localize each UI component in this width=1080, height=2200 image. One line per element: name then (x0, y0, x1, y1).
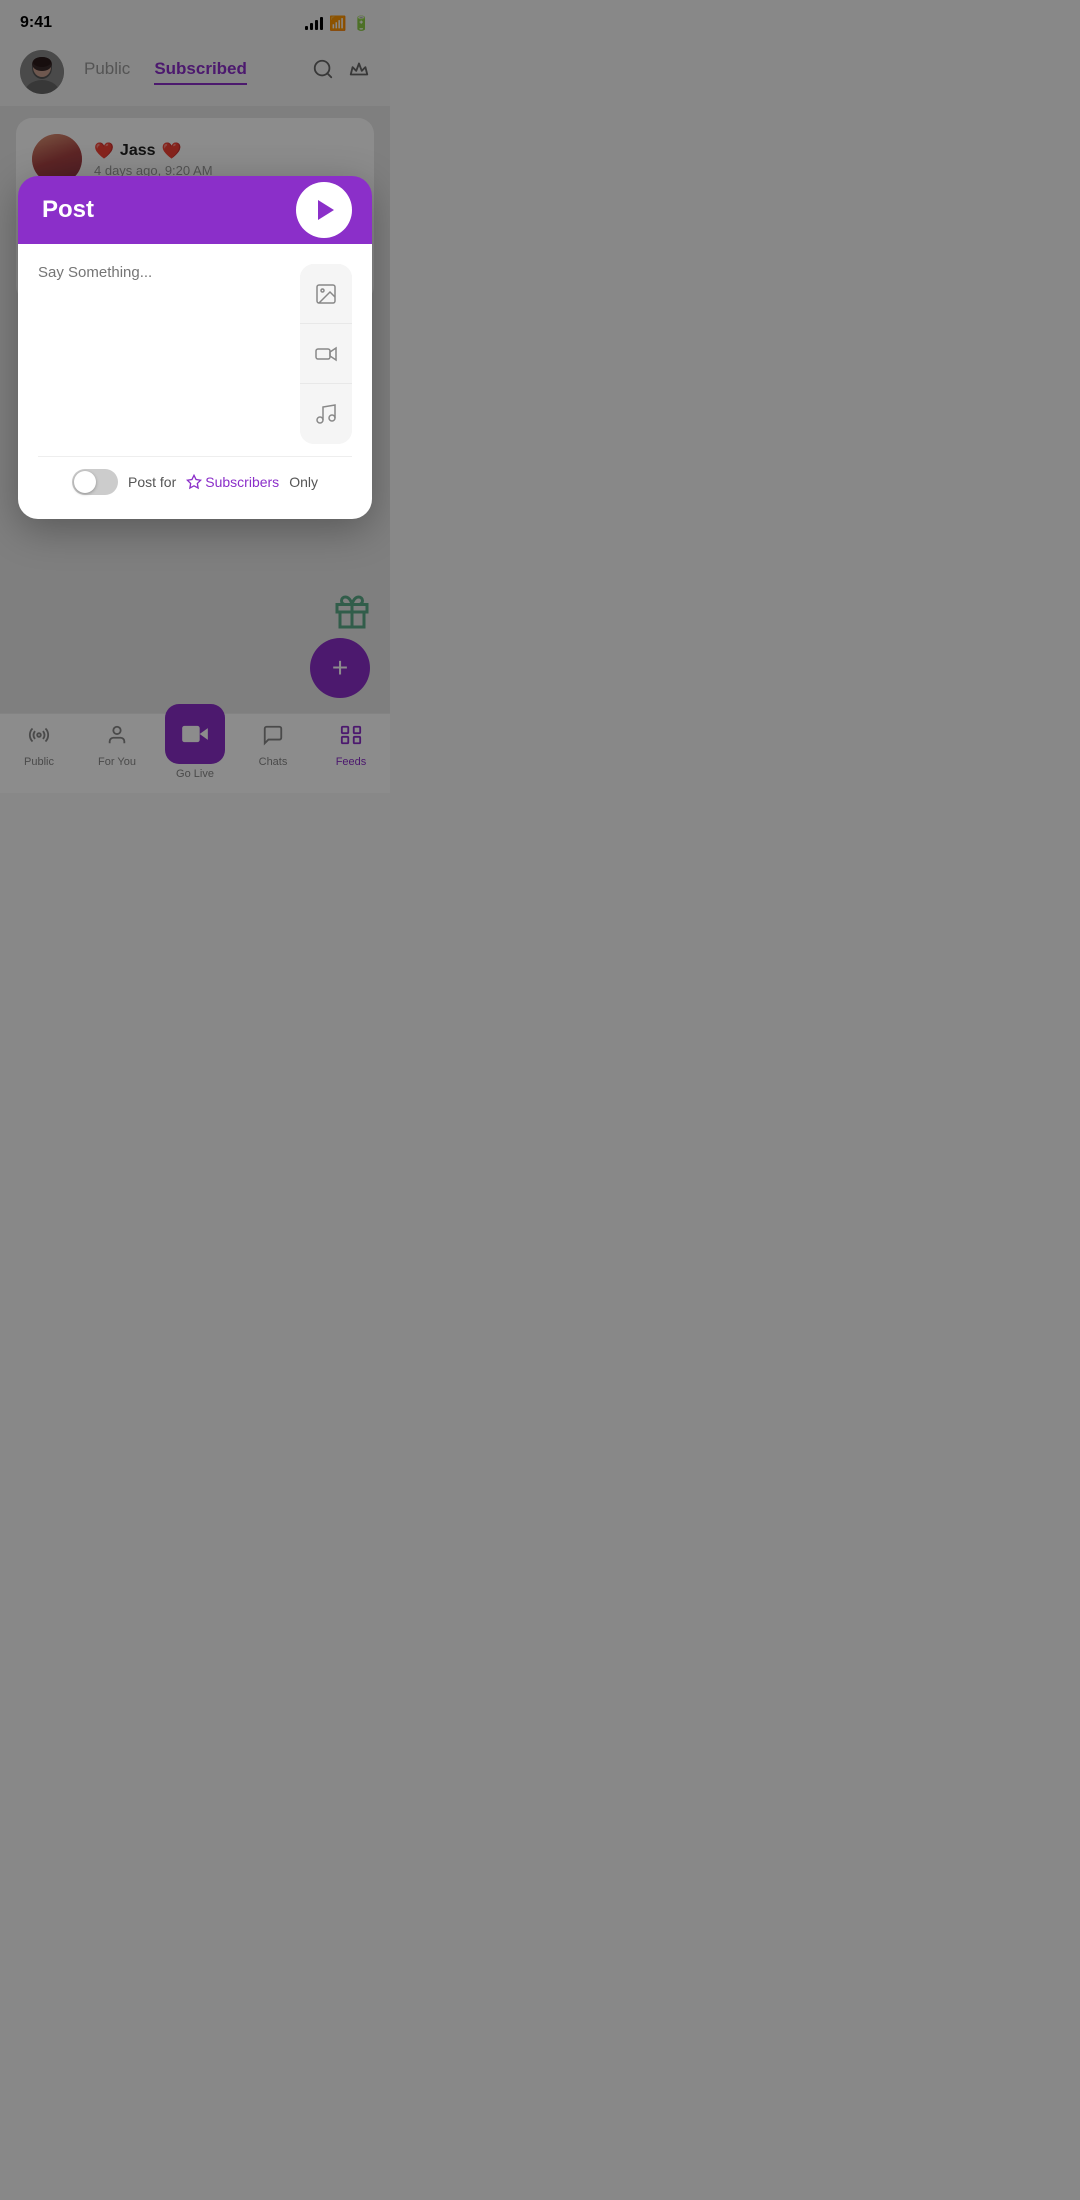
video-icon (314, 342, 338, 366)
post-for-label: Post for (128, 474, 176, 490)
subscribers-link[interactable]: Subscribers (186, 474, 279, 490)
modal-divider (38, 456, 352, 457)
image-icon (314, 282, 338, 306)
modal-input-area: ♫ (38, 264, 352, 444)
star-icon (186, 474, 202, 490)
post-text-input[interactable] (38, 264, 288, 444)
only-label: Only (289, 474, 318, 490)
modal-title: Post (42, 196, 94, 224)
music-upload-button[interactable]: ♫ (300, 384, 352, 444)
subscribers-toggle[interactable] (72, 469, 118, 495)
image-upload-button[interactable] (300, 264, 352, 324)
send-post-button[interactable] (296, 182, 352, 238)
music-icon: ♫ (314, 402, 338, 426)
modal-header: Post (18, 176, 372, 244)
toggle-knob (74, 471, 96, 493)
modal-body: ♫ Post for (18, 244, 372, 519)
video-upload-button[interactable] (300, 324, 352, 384)
media-buttons-group: ♫ (300, 264, 352, 444)
send-arrow-icon (318, 200, 334, 220)
app-screen: 9:41 📶 🔋 (0, 0, 390, 793)
post-modal: Post (18, 176, 372, 519)
modal-footer: Post for Subscribers Only (38, 469, 352, 495)
